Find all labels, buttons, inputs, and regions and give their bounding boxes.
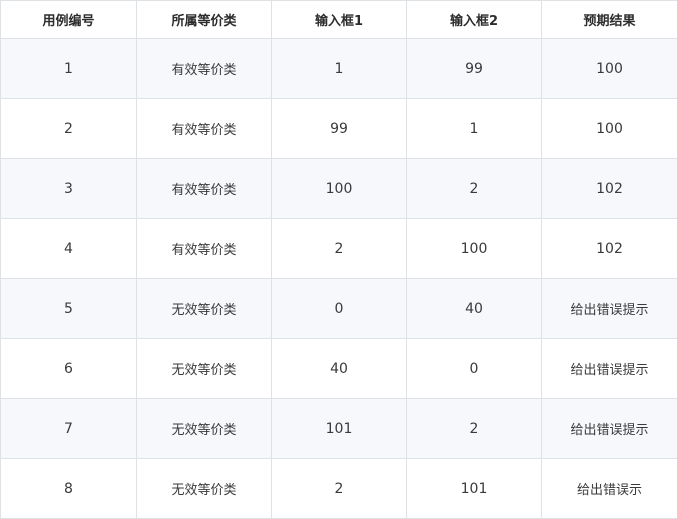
header-row: 用例编号 所属等价类 输入框1 输入框2 预期结果 xyxy=(1,1,677,39)
table-row: 2 有效等价类 99 1 100 xyxy=(1,99,677,159)
cell-input-1: 0 xyxy=(272,279,407,339)
cell-case-id: 3 xyxy=(1,159,137,219)
cell-expected-result: 100 xyxy=(542,99,677,159)
cell-input-2: 1 xyxy=(407,99,542,159)
header-input-2: 输入框2 xyxy=(407,1,542,39)
cell-equivalence-class: 无效等价类 xyxy=(137,279,272,339)
cell-expected-result: 102 xyxy=(542,219,677,279)
cell-input-2: 99 xyxy=(407,39,542,99)
cell-case-id: 8 xyxy=(1,459,137,519)
table-row: 3 有效等价类 100 2 102 xyxy=(1,159,677,219)
table-row: 5 无效等价类 0 40 给出错误提示 xyxy=(1,279,677,339)
header-input-1: 输入框1 xyxy=(272,1,407,39)
cell-case-id: 2 xyxy=(1,99,137,159)
cell-equivalence-class: 无效等价类 xyxy=(137,399,272,459)
cell-case-id: 6 xyxy=(1,339,137,399)
cell-input-1: 1 xyxy=(272,39,407,99)
cell-expected-result: 给出错误提示 xyxy=(542,279,677,339)
cell-case-id: 5 xyxy=(1,279,137,339)
cell-input-2: 2 xyxy=(407,159,542,219)
cell-equivalence-class: 无效等价类 xyxy=(137,459,272,519)
header-case-id: 用例编号 xyxy=(1,1,137,39)
cell-input-2: 40 xyxy=(407,279,542,339)
table-row: 1 有效等价类 1 99 100 xyxy=(1,39,677,99)
table-body: 1 有效等价类 1 99 100 2 有效等价类 99 1 100 3 有效等价… xyxy=(1,39,677,519)
cell-equivalence-class: 有效等价类 xyxy=(137,159,272,219)
cell-case-id: 1 xyxy=(1,39,137,99)
table-row: 7 无效等价类 101 2 给出错误提示 xyxy=(1,399,677,459)
cell-input-1: 100 xyxy=(272,159,407,219)
table-row: 8 无效等价类 2 101 给出错误示 xyxy=(1,459,677,519)
header-equivalence-class: 所属等价类 xyxy=(137,1,272,39)
cell-input-2: 2 xyxy=(407,399,542,459)
cell-input-2: 100 xyxy=(407,219,542,279)
cell-input-1: 99 xyxy=(272,99,407,159)
cell-equivalence-class: 有效等价类 xyxy=(137,39,272,99)
cell-case-id: 7 xyxy=(1,399,137,459)
table-header: 用例编号 所属等价类 输入框1 输入框2 预期结果 xyxy=(1,1,677,39)
cell-input-1: 2 xyxy=(272,219,407,279)
cell-expected-result: 100 xyxy=(542,39,677,99)
table-row: 4 有效等价类 2 100 102 xyxy=(1,219,677,279)
cell-input-1: 2 xyxy=(272,459,407,519)
cell-input-2: 101 xyxy=(407,459,542,519)
cell-expected-result: 给出错误提示 xyxy=(542,339,677,399)
cell-input-1: 40 xyxy=(272,339,407,399)
cell-equivalence-class: 无效等价类 xyxy=(137,339,272,399)
cell-case-id: 4 xyxy=(1,219,137,279)
cell-expected-result: 102 xyxy=(542,159,677,219)
cell-expected-result: 给出错误示 xyxy=(542,459,677,519)
cell-input-2: 0 xyxy=(407,339,542,399)
cell-expected-result: 给出错误提示 xyxy=(542,399,677,459)
cell-input-1: 101 xyxy=(272,399,407,459)
table-row: 6 无效等价类 40 0 给出错误提示 xyxy=(1,339,677,399)
cell-equivalence-class: 有效等价类 xyxy=(137,99,272,159)
header-expected-result: 预期结果 xyxy=(542,1,677,39)
cell-equivalence-class: 有效等价类 xyxy=(137,219,272,279)
test-case-table: 用例编号 所属等价类 输入框1 输入框2 预期结果 1 有效等价类 1 99 1… xyxy=(0,0,677,519)
